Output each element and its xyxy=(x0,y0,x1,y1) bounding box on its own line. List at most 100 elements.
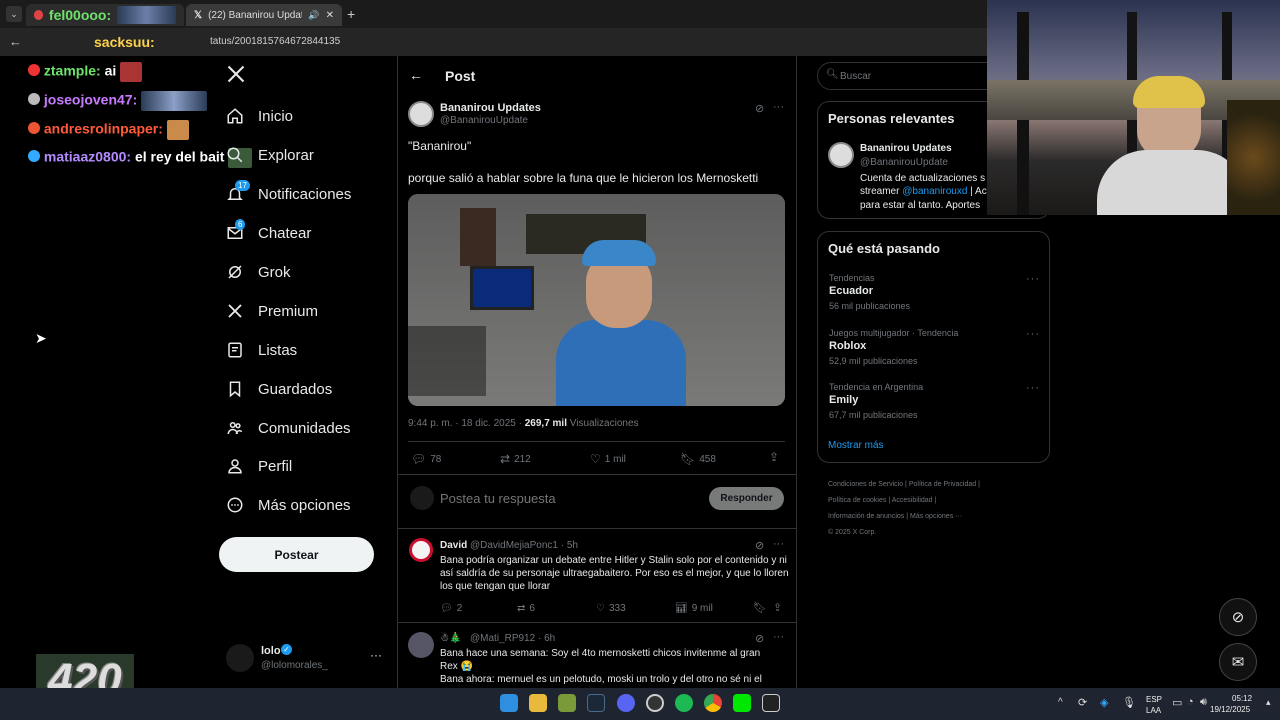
tray-app-icon[interactable]: 🎙︎ xyxy=(1122,696,1136,709)
tray-chevron-icon[interactable]: ^ xyxy=(1058,697,1063,708)
messages-floating-button[interactable]: ✉ xyxy=(1219,643,1257,681)
x-logo-icon[interactable] xyxy=(226,64,248,86)
chat-badge-icon xyxy=(28,92,40,105)
trend-more-icon[interactable]: ··· xyxy=(1026,382,1040,394)
sidebar-item-notificaciones[interactable]: 17 Notificaciones xyxy=(226,180,351,203)
trend-more-icon[interactable]: ··· xyxy=(1026,273,1040,285)
back-arrow-icon[interactable]: ← xyxy=(409,67,423,83)
spotify-icon[interactable] xyxy=(675,694,693,712)
windows-start-icon[interactable] xyxy=(500,694,518,712)
x-favicon-icon: 𝕏 xyxy=(194,9,203,21)
bookmark-icon[interactable]: 🔖︎ xyxy=(753,601,767,614)
url-text[interactable]: tatus/2001815764672844135 xyxy=(210,36,340,47)
reply-more-icon[interactable]: ··· xyxy=(773,631,784,643)
app-icon[interactable] xyxy=(558,694,576,712)
sidebar-item-grok[interactable]: Grok xyxy=(226,263,291,281)
kick-icon[interactable] xyxy=(733,694,751,712)
discord-icon[interactable] xyxy=(617,694,635,712)
tweet-more-icon[interactable]: ··· xyxy=(773,101,784,113)
back-arrow-icon[interactable]: ← xyxy=(9,34,22,49)
sidebar-item-inicio[interactable]: Inicio xyxy=(226,107,293,125)
like-action[interactable]: ♡ 333 xyxy=(596,603,626,614)
sidebar-item-premium[interactable]: Premium xyxy=(226,302,318,320)
sidebar-item-chatear[interactable]: 6 Chatear xyxy=(226,219,311,242)
footer-accessibility-link[interactable]: Accesibilidad xyxy=(892,497,933,504)
like-action[interactable]: ♡ 1 mil xyxy=(590,452,626,466)
tweet-author-name[interactable]: Bananirou Updates xyxy=(440,102,541,114)
relevant-name[interactable]: Bananirou Updates xyxy=(860,143,952,154)
tab-x-post[interactable]: 𝕏 (22) Bananirou Updates en 🔊 ✕ xyxy=(186,4,342,26)
epic-games-icon[interactable] xyxy=(762,694,780,712)
reply-button[interactable]: Responder xyxy=(709,487,784,510)
share-icon[interactable]: ⇪ xyxy=(769,450,779,464)
footer-privacy-link[interactable]: Política de Privacidad xyxy=(909,481,976,488)
sidebar-item-label: Explorar xyxy=(258,146,314,164)
grok-icon[interactable]: ⊘ xyxy=(755,102,764,115)
footer-terms-link[interactable]: Condiciones de Servicio xyxy=(828,481,903,488)
sidebar-item-mas-opciones[interactable]: Más opciones xyxy=(226,496,351,514)
reply-action[interactable]: 💬︎ 78 xyxy=(411,452,441,466)
reply-tweet-1[interactable]: David @DavidMejiaPonc1 · 5h ⊘ ··· Bana p… xyxy=(398,529,796,622)
footer-more-link[interactable]: Más opciones ··· xyxy=(910,513,962,520)
footer-ads-link[interactable]: Información de anuncios xyxy=(828,513,904,520)
obs-icon[interactable] xyxy=(646,694,664,712)
account-switcher[interactable]: lolo ✓ @lolomorales_ ··· xyxy=(226,642,386,676)
reply-tweet-2[interactable]: ☃︎🎄 @Mati_RP912 · 6h ⊘ ··· Bana hace una… xyxy=(398,623,796,688)
footer-cookies-link[interactable]: Política de cookies xyxy=(828,497,886,504)
chat-line-4: matiaaz0800: el rey del bait xyxy=(28,148,253,168)
share-icon[interactable]: ⇪ xyxy=(773,601,782,614)
sidebar-item-guardados[interactable]: Guardados xyxy=(226,380,332,398)
sidebar-item-listas[interactable]: Listas xyxy=(226,341,297,359)
wifi-icon[interactable]: ◔ xyxy=(1187,696,1194,708)
grok-icon[interactable]: ⊘ xyxy=(755,632,764,645)
network-icon[interactable]: ▭ xyxy=(1172,696,1182,709)
reply-action[interactable]: 💬︎ 2 xyxy=(440,603,462,614)
account-more-icon[interactable]: ··· xyxy=(370,648,382,662)
tab-close-icon[interactable]: ✕ xyxy=(326,10,334,21)
avatar[interactable] xyxy=(828,142,854,168)
more-icon xyxy=(226,496,244,514)
post-button[interactable]: Postear xyxy=(219,537,374,572)
tab-audio-icon[interactable]: 🔊 xyxy=(308,10,319,21)
avatar[interactable] xyxy=(408,101,434,127)
bio-mention-link[interactable]: @bananirouxd xyxy=(902,186,967,197)
trend-name[interactable]: Roblox xyxy=(829,340,866,352)
volume-icon[interactable]: 🔊︎ xyxy=(1200,696,1207,709)
tweet-time[interactable]: 9:44 p. m. · 18 dic. 2025 · xyxy=(408,418,522,429)
tweet-author-handle[interactable]: @BananirouUpdate xyxy=(440,115,528,126)
sidebar-item-comunidades[interactable]: Comunidades xyxy=(226,419,351,437)
reply-input[interactable] xyxy=(440,487,690,509)
language-code[interactable]: ESP xyxy=(1146,695,1162,704)
clock-date[interactable]: 19/12/2025 xyxy=(1210,705,1250,714)
footer-copyright: © 2025 X Corp. xyxy=(828,529,877,536)
chrome-icon[interactable] xyxy=(704,694,722,712)
verified-icon: ✓ xyxy=(281,644,292,655)
trend-more-icon[interactable]: ··· xyxy=(1026,328,1040,340)
sidebar-item-explorar[interactable]: Explorar xyxy=(226,146,314,164)
sidebar-item-perfil[interactable]: Perfil xyxy=(226,457,292,475)
show-more-link[interactable]: Mostrar más xyxy=(828,440,884,451)
grok-icon[interactable]: ⊘ xyxy=(755,539,764,552)
repost-action[interactable]: ⇄ 212 xyxy=(500,452,531,466)
grok-floating-button[interactable]: ⊘ xyxy=(1219,598,1257,636)
tweet-media-image[interactable] xyxy=(408,194,785,406)
tray-app-icon[interactable]: ⟳ xyxy=(1078,696,1087,709)
reply-more-icon[interactable]: ··· xyxy=(773,538,784,550)
file-explorer-icon[interactable] xyxy=(529,694,547,712)
clock-time[interactable]: 05:12 xyxy=(1232,694,1252,703)
bio-text: | Ac xyxy=(967,186,987,197)
steam-icon[interactable] xyxy=(587,694,605,712)
tab-stream[interactable]: fel00ooo: xyxy=(26,4,184,26)
reply-count: 2 xyxy=(456,603,463,614)
bookmark-action[interactable]: 🔖︎ 458 xyxy=(680,452,716,466)
new-tab-icon[interactable]: + xyxy=(347,6,355,22)
relevant-handle[interactable]: @BananirouUpdate xyxy=(860,157,948,168)
views-action[interactable]: 📊︎ 9 mil xyxy=(675,603,713,614)
language-layout[interactable]: LAA xyxy=(1146,706,1161,715)
notification-bell-icon[interactable]: ▴ xyxy=(1266,697,1271,708)
trend-name[interactable]: Ecuador xyxy=(829,285,873,297)
tray-app-icon[interactable]: ◈ xyxy=(1100,696,1108,709)
trend-name[interactable]: Emily xyxy=(829,394,858,406)
tab-list-chevron-icon[interactable]: ⌄ xyxy=(6,6,22,22)
repost-action[interactable]: ⇄ 6 xyxy=(517,603,535,614)
